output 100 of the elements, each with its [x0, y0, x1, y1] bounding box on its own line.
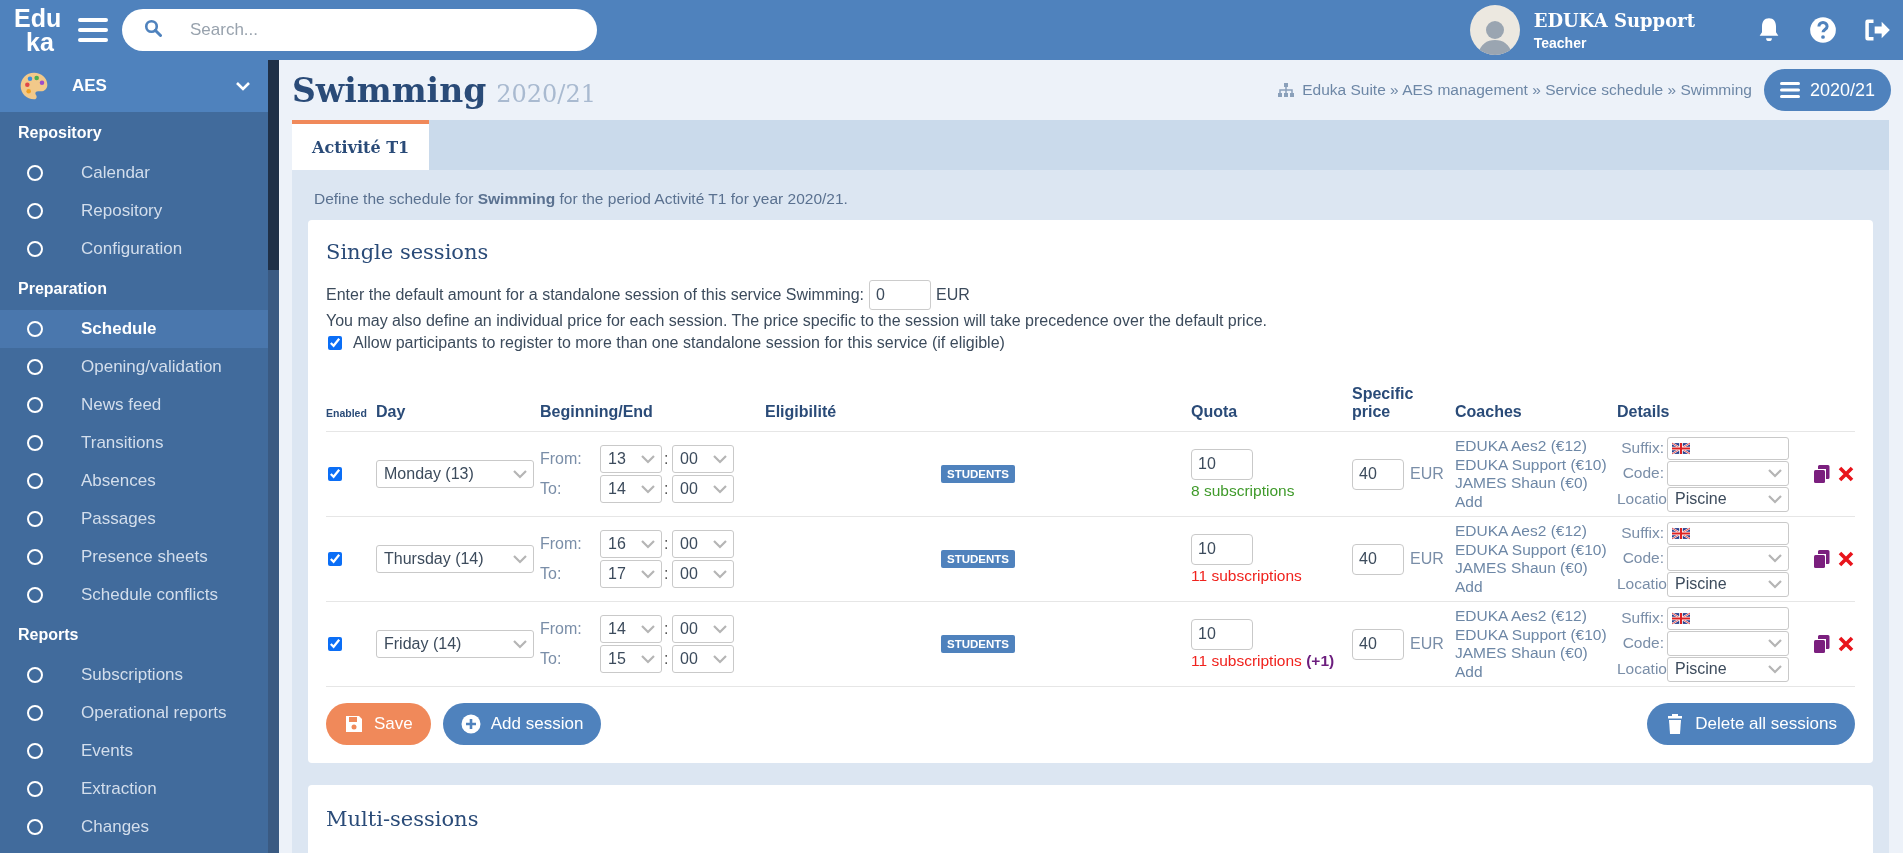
circle-icon — [27, 743, 43, 759]
copy-icon[interactable] — [1813, 465, 1831, 483]
time-label: To: — [540, 480, 563, 498]
sidebar-item[interactable]: Schedule conflicts — [0, 576, 268, 614]
menu-icon[interactable] — [78, 17, 108, 43]
sidebar-item[interactable]: Repository — [0, 192, 268, 230]
circle-icon — [27, 667, 43, 683]
caret-icon — [641, 569, 655, 579]
currency-label: EUR — [1410, 635, 1444, 653]
hour-select[interactable]: 14 — [600, 615, 662, 643]
default-amount-label: Enter the default amount for a standalone session of this service Swimming: — [326, 285, 865, 305]
section-heading: Repository — [17, 123, 103, 143]
flag-icon — [1672, 611, 1690, 625]
add-session-button[interactable]: Add session — [442, 703, 602, 745]
caret-icon — [1768, 638, 1782, 648]
year-button[interactable]: 2020/21 — [1763, 69, 1891, 111]
caret-icon — [1768, 579, 1782, 589]
minute-select[interactable]: 00 — [672, 530, 734, 558]
quota-field[interactable]: 10 — [1191, 448, 1253, 480]
location-select[interactable]: Piscine — [1667, 571, 1789, 597]
price-field[interactable]: 40 — [1352, 628, 1404, 660]
breadcrumb: Eduka Suite » AES management » Service schedule » Swimming — [1302, 81, 1752, 99]
add-coach-link[interactable]: Add — [1455, 662, 1483, 681]
section-title: Single sessions — [326, 240, 490, 264]
quota-field[interactable]: 10 — [1191, 533, 1253, 565]
colon: : — [663, 480, 670, 498]
quota-field[interactable]: 10 — [1191, 618, 1253, 650]
checkbox[interactable] — [328, 637, 342, 651]
circle-icon — [27, 321, 43, 337]
hour-select[interactable]: 14 — [600, 475, 662, 503]
coach-name: JAMES Shaun (€0) — [1455, 644, 1588, 663]
sidebar-item[interactable]: Extraction — [0, 770, 268, 808]
sidebar-item[interactable]: Schedule — [0, 310, 268, 348]
module-selector[interactable]: AES — [0, 60, 268, 112]
price-field[interactable]: 40 — [1352, 458, 1404, 490]
caret-icon — [713, 569, 727, 579]
coach-name: EDUKA Support (€10) — [1455, 625, 1607, 644]
sidebar-item[interactable]: Passages — [0, 500, 268, 538]
sidebar-item[interactable]: Changes — [0, 808, 268, 846]
sidebar-item[interactable]: News feed — [0, 386, 268, 424]
price-field[interactable]: 40 — [1352, 543, 1404, 575]
section-heading: Reports — [17, 625, 80, 645]
help-icon[interactable] — [1809, 16, 1837, 44]
section-heading: Preparation — [17, 279, 108, 299]
delete-icon[interactable] — [1837, 635, 1855, 653]
location-select[interactable]: Piscine — [1667, 656, 1789, 682]
tab[interactable]: Activité T1 — [292, 120, 430, 170]
caret-icon — [713, 484, 727, 494]
currency-label: EUR — [936, 285, 970, 305]
checkbox[interactable] — [328, 336, 342, 350]
default-amount-field[interactable]: 0 — [869, 280, 932, 310]
delete-icon[interactable] — [1837, 465, 1855, 483]
suffix-field[interactable] — [1667, 436, 1789, 460]
field-label: Code: — [1621, 549, 1665, 567]
sidebar-item[interactable]: Configuration — [0, 230, 268, 268]
search-field[interactable]: Search... — [122, 9, 597, 51]
day-select[interactable]: Monday (13) — [376, 460, 534, 488]
sidebar-item[interactable]: Subscriptions — [0, 656, 268, 694]
sidebar-item[interactable]: Transitions — [0, 424, 268, 462]
sidebar-item[interactable]: Events — [0, 732, 268, 770]
sidebar-item[interactable]: Presence sheets — [0, 538, 268, 576]
minute-select[interactable]: 00 — [672, 645, 734, 673]
minute-select[interactable]: 00 — [672, 445, 734, 473]
day-select[interactable]: Thursday (14) — [376, 545, 534, 573]
checkbox[interactable] — [328, 552, 342, 566]
circle-icon — [27, 819, 43, 835]
suffix-field[interactable] — [1667, 521, 1789, 545]
caret-icon — [1768, 494, 1782, 504]
hour-select[interactable]: 16 — [600, 530, 662, 558]
caret-icon — [713, 454, 727, 464]
sidebar-item[interactable]: Calendar — [0, 154, 268, 192]
field-label: Code: — [1621, 464, 1665, 482]
menu-icon — [1779, 80, 1800, 100]
suffix-field[interactable] — [1667, 606, 1789, 630]
location-select[interactable]: Piscine — [1667, 486, 1789, 512]
delete-icon[interactable] — [1837, 550, 1855, 568]
hour-select[interactable]: 15 — [600, 645, 662, 673]
sidebar-item[interactable]: Absences — [0, 462, 268, 500]
hour-select[interactable]: 13 — [600, 445, 662, 473]
sitemap-icon — [1278, 83, 1295, 97]
caret-icon — [713, 539, 727, 549]
caret-icon — [713, 624, 727, 634]
minute-select[interactable]: 00 — [672, 615, 734, 643]
eligibility-badge: STUDENTS — [941, 550, 1015, 568]
add-coach-link[interactable]: Add — [1455, 492, 1483, 511]
add-coach-link[interactable]: Add — [1455, 577, 1483, 596]
day-select[interactable]: Friday (14) — [376, 630, 534, 658]
minute-select[interactable]: 00 — [672, 475, 734, 503]
search-icon — [144, 19, 162, 37]
sidebar-item[interactable]: Operational reports — [0, 694, 268, 732]
copy-icon[interactable] — [1813, 550, 1831, 568]
hour-select[interactable]: 17 — [600, 560, 662, 588]
checkbox[interactable] — [328, 467, 342, 481]
circle-icon — [27, 587, 43, 603]
circle-icon — [27, 397, 43, 413]
sidebar-item[interactable]: Opening/validation — [0, 348, 268, 386]
field-label: Locatio — [1617, 660, 1667, 678]
delete-all-button[interactable]: Delete all sessions — [1647, 703, 1855, 745]
copy-icon[interactable] — [1813, 635, 1831, 653]
minute-select[interactable]: 00 — [672, 560, 734, 588]
